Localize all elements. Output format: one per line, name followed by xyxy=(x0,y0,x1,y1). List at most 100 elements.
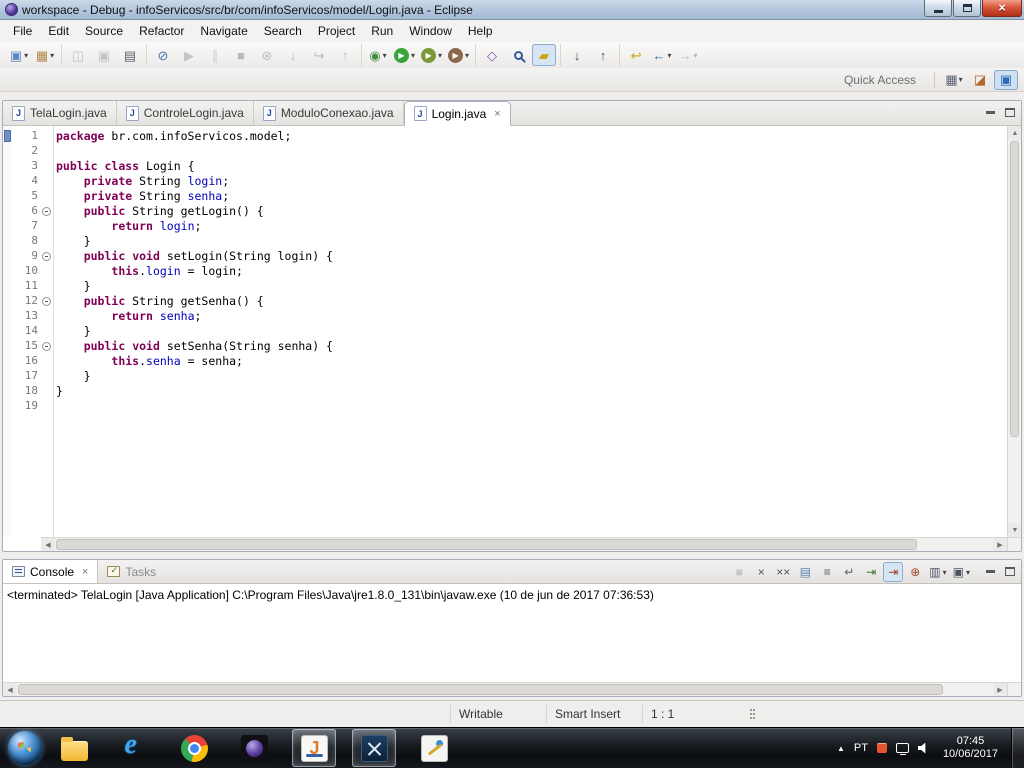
code-editor[interactable]: package br.com.infoServicos.model; publi… xyxy=(54,126,1007,537)
back-button[interactable]: ← xyxy=(650,44,674,66)
step-into-button[interactable]: ↓ xyxy=(281,44,305,66)
code-line[interactable]: public class Login { xyxy=(56,159,1007,174)
scroll-up-button[interactable]: ▲ xyxy=(1008,126,1021,140)
display-selected-console-button[interactable]: ▥ xyxy=(927,562,948,582)
collapse-icon[interactable] xyxy=(42,207,51,216)
scroll-right-button[interactable]: ▶ xyxy=(993,683,1007,697)
horizontal-scroll-thumb[interactable] xyxy=(56,539,917,550)
horizontal-scroll-thumb[interactable] xyxy=(18,684,943,695)
mark-occurrences-button[interactable]: ▰ xyxy=(532,44,556,66)
trim-drag-handle[interactable] xyxy=(748,707,756,721)
close-tab-icon[interactable]: × xyxy=(494,108,500,120)
close-tab-icon[interactable]: × xyxy=(82,566,88,578)
search-button[interactable] xyxy=(506,44,530,66)
debug-button[interactable]: ◉ xyxy=(366,44,390,66)
java-ee-app-taskbar-button[interactable] xyxy=(292,729,336,767)
scroll-left-button[interactable]: ◀ xyxy=(41,538,55,552)
menu-window[interactable]: Window xyxy=(401,21,460,41)
line-number-ruler[interactable]: 12345678910111213141516171819 xyxy=(12,126,40,537)
scroll-down-button[interactable]: ▼ xyxy=(1008,523,1021,537)
coverage-button[interactable]: ▶ xyxy=(419,44,444,66)
code-line[interactable]: } xyxy=(56,369,1007,384)
menu-search[interactable]: Search xyxy=(256,21,310,41)
volume-icon[interactable] xyxy=(918,743,930,754)
console-output[interactable]: <terminated> TelaLogin [Java Application… xyxy=(3,584,1021,682)
vertical-scroll-thumb[interactable] xyxy=(1010,141,1019,437)
menu-refactor[interactable]: Refactor xyxy=(131,21,192,41)
close-window-button[interactable] xyxy=(982,0,1022,17)
modeling-tool-taskbar-button[interactable] xyxy=(352,729,396,767)
console-horizontal-scrollbar[interactable]: ◀ ▶ xyxy=(3,682,1021,696)
run-button[interactable]: ▶ xyxy=(392,44,417,66)
code-line[interactable]: package br.com.infoServicos.model; xyxy=(56,129,1007,144)
resume-button[interactable]: ▶ xyxy=(177,44,201,66)
code-line[interactable]: private String senha; xyxy=(56,189,1007,204)
pin-console-button[interactable]: ⊕ xyxy=(905,562,925,582)
word-wrap-button[interactable]: ↵ xyxy=(839,562,859,582)
eclipse-taskbar-button[interactable] xyxy=(232,729,276,767)
code-line[interactable]: public void setLogin(String login) { xyxy=(56,249,1007,264)
annotation-ruler[interactable] xyxy=(3,126,12,537)
scroll-track[interactable] xyxy=(55,538,993,551)
show-on-stderr-button[interactable]: ⇥ xyxy=(883,562,903,582)
editor-tab-moduloconexao.java[interactable]: ModuloConexao.java xyxy=(254,101,404,125)
menu-file[interactable]: File xyxy=(5,21,40,41)
menu-edit[interactable]: Edit xyxy=(40,21,77,41)
show-desktop-button[interactable] xyxy=(1011,728,1024,768)
print-button[interactable]: ▤ xyxy=(118,44,142,66)
menu-navigate[interactable]: Navigate xyxy=(192,21,255,41)
code-line[interactable]: this.login = login; xyxy=(56,264,1007,279)
editor-horizontal-scrollbar[interactable]: ◀ ▶ xyxy=(3,537,1021,551)
terminate-console-button[interactable]: ■ xyxy=(729,562,749,582)
external-tools-button[interactable]: ▶ xyxy=(446,44,471,66)
code-line[interactable]: public String getLogin() { xyxy=(56,204,1007,219)
code-line[interactable]: return login; xyxy=(56,219,1007,234)
save-button[interactable]: ◫ xyxy=(66,44,90,66)
forward-button[interactable]: → xyxy=(676,44,700,66)
code-line[interactable]: this.senha = senha; xyxy=(56,354,1007,369)
collapse-icon[interactable] xyxy=(42,297,51,306)
last-edit-location-button[interactable]: ↩ xyxy=(624,44,648,66)
quick-access-field[interactable]: Quick Access xyxy=(844,73,916,87)
collapse-icon[interactable] xyxy=(42,252,51,261)
code-line[interactable] xyxy=(56,144,1007,159)
code-line[interactable]: return senha; xyxy=(56,309,1007,324)
clock[interactable]: 07:45 10/06/2017 xyxy=(943,735,998,761)
code-line[interactable]: private String login; xyxy=(56,174,1007,189)
scroll-track[interactable] xyxy=(17,683,993,696)
minimize-window-button[interactable] xyxy=(924,0,952,17)
title-bar[interactable]: workspace - Debug - infoServicos/src/br/… xyxy=(0,0,1024,20)
editor-tab-controlelogin.java[interactable]: ControleLogin.java xyxy=(117,101,254,125)
menu-source[interactable]: Source xyxy=(77,21,131,41)
code-line[interactable] xyxy=(56,399,1007,414)
open-console-button[interactable]: ▣ xyxy=(951,562,972,582)
skip-all-breakpoints-button[interactable]: ⊘ xyxy=(151,44,175,66)
terminate-button[interactable]: ■ xyxy=(229,44,253,66)
show-on-stdout-button[interactable]: ⇥ xyxy=(861,562,881,582)
next-annotation-button[interactable]: ↓ xyxy=(565,44,589,66)
step-over-button[interactable]: ↪ xyxy=(307,44,331,66)
windows-explorer-taskbar-button[interactable] xyxy=(52,729,96,767)
display-tray-icon[interactable] xyxy=(896,743,909,753)
code-line[interactable]: } xyxy=(56,279,1007,294)
scroll-left-button[interactable]: ◀ xyxy=(3,683,17,697)
maximize-view-button[interactable] xyxy=(1003,105,1017,119)
disconnect-button[interactable]: ⊗ xyxy=(255,44,279,66)
minimize-view-button[interactable] xyxy=(983,564,997,578)
scroll-right-button[interactable]: ▶ xyxy=(993,538,1007,552)
open-task-button[interactable]: ▦ xyxy=(33,44,57,66)
editor-tab-login.java[interactable]: Login.java× xyxy=(404,101,511,126)
collapse-icon[interactable] xyxy=(42,342,51,351)
minimize-view-button[interactable] xyxy=(983,105,997,119)
scroll-track[interactable] xyxy=(1008,438,1021,523)
notification-tray-icon[interactable] xyxy=(877,743,887,753)
suspend-button[interactable]: ∥ xyxy=(203,44,227,66)
open-type-button[interactable]: ◇ xyxy=(480,44,504,66)
new-wizard-button[interactable]: ▣ xyxy=(7,44,31,66)
step-return-button[interactable]: ↑ xyxy=(333,44,357,66)
menu-project[interactable]: Project xyxy=(310,21,363,41)
code-line[interactable]: } xyxy=(56,324,1007,339)
java-ee-perspective-button[interactable]: ◪ xyxy=(968,70,992,90)
maximize-window-button[interactable] xyxy=(953,0,981,17)
menu-help[interactable]: Help xyxy=(460,21,501,41)
